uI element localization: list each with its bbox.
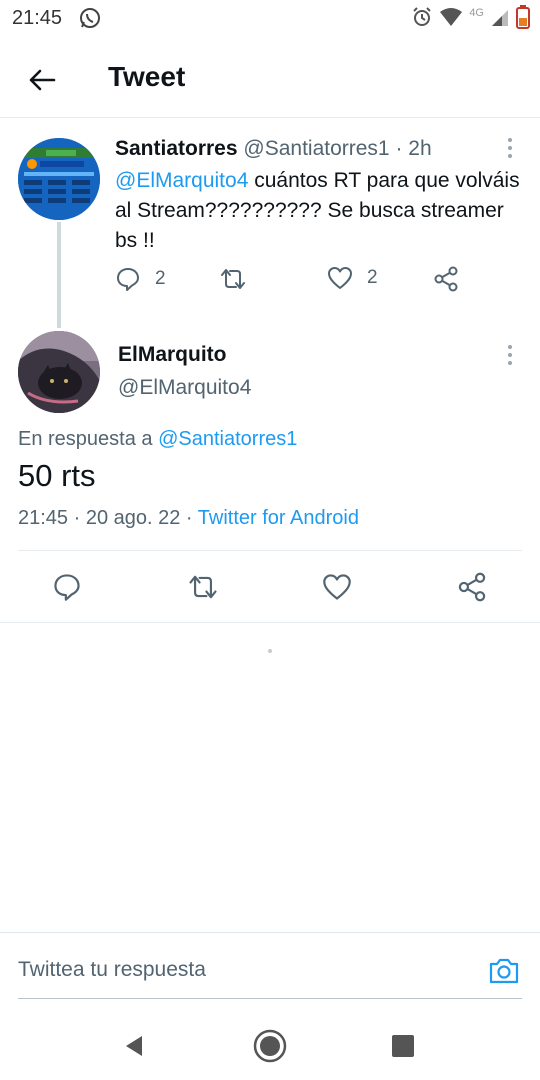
share-icon <box>434 266 458 292</box>
heart-icon <box>328 267 352 289</box>
network-type: 4G <box>469 7 484 19</box>
mention-link[interactable]: @ElMarquito4 <box>115 169 248 192</box>
signal-icon <box>490 7 510 32</box>
thread-line <box>57 222 61 328</box>
reply-button[interactable]: 2 <box>115 266 166 292</box>
author-name[interactable]: ElMarquito <box>118 343 227 367</box>
avatar[interactable] <box>18 138 100 220</box>
triangle-back-icon <box>126 1036 142 1056</box>
loading-indicator <box>268 649 272 653</box>
alarm-icon <box>411 6 433 33</box>
compose-divider <box>0 932 540 933</box>
system-nav-bar <box>0 1010 540 1080</box>
heart-icon <box>323 574 351 600</box>
reply-to-link[interactable]: @Santiatorres1 <box>158 428 297 450</box>
tweet-timestamp: 21:45 · 20 ago. 22 · <box>18 507 198 529</box>
page-title: Tweet <box>108 61 186 92</box>
top-app-bar: Tweet <box>0 38 540 118</box>
whatsapp-icon <box>78 6 102 30</box>
more-options-button[interactable] <box>500 134 520 162</box>
reply-context: En respuesta a @Santiatorres1 <box>18 428 297 451</box>
back-button[interactable] <box>22 60 62 100</box>
tweet-header: Santiatorres @Santiatorres1 · 2h <box>115 137 432 161</box>
avatar[interactable] <box>18 331 100 413</box>
tweet-text: 50 rts <box>18 458 96 493</box>
tweet-actions: 2 2 <box>115 266 515 300</box>
retweet-button[interactable] <box>182 566 224 608</box>
author-handle[interactable]: @ElMarquito4 <box>118 376 251 400</box>
author-name[interactable]: Santiatorres <box>115 137 238 160</box>
author-handle[interactable]: @Santiatorres1 <box>243 137 389 160</box>
more-options-button[interactable] <box>500 341 520 369</box>
reply-icon <box>54 574 80 601</box>
circle-home-icon <box>253 1029 287 1063</box>
share-button[interactable] <box>451 566 493 608</box>
battery-icon <box>516 4 530 34</box>
reply-input[interactable]: Twittea tu respuesta <box>18 958 206 982</box>
wifi-icon <box>439 7 463 32</box>
like-button[interactable] <box>316 566 358 608</box>
arrow-left-icon <box>29 69 56 91</box>
retweet-icon <box>189 575 217 599</box>
share-button[interactable] <box>433 266 459 292</box>
square-recents-icon <box>392 1035 414 1057</box>
tweet-meta: 21:45 · 20 ago. 22 · Twitter for Android <box>18 507 359 530</box>
divider <box>18 550 522 551</box>
retweet-icon <box>221 269 245 289</box>
nav-home-button[interactable] <box>248 1024 292 1068</box>
status-time: 21:45 <box>12 7 63 29</box>
reply-count: 2 <box>155 268 166 289</box>
divider <box>0 622 540 623</box>
tweet-text: @ElMarquito4 cuántos RT para que volváis… <box>115 166 525 256</box>
reply-prefix: En respuesta a <box>18 428 159 450</box>
tweet-time: · 2h <box>395 137 432 160</box>
retweet-button[interactable] <box>218 266 248 292</box>
reply-button[interactable] <box>46 566 88 608</box>
input-underline <box>18 998 522 999</box>
nav-back-button[interactable] <box>112 1024 156 1068</box>
status-bar: 21:45 4G <box>0 0 540 38</box>
camera-button[interactable] <box>486 953 522 989</box>
nav-recents-button[interactable] <box>381 1024 425 1068</box>
like-count: 2 <box>367 267 378 288</box>
tweet-actions <box>0 566 540 608</box>
reply-icon <box>117 268 139 291</box>
share-icon <box>458 572 486 602</box>
like-button[interactable]: 2 <box>327 266 378 290</box>
client-link[interactable]: Twitter for Android <box>198 507 359 529</box>
camera-icon <box>489 958 519 984</box>
